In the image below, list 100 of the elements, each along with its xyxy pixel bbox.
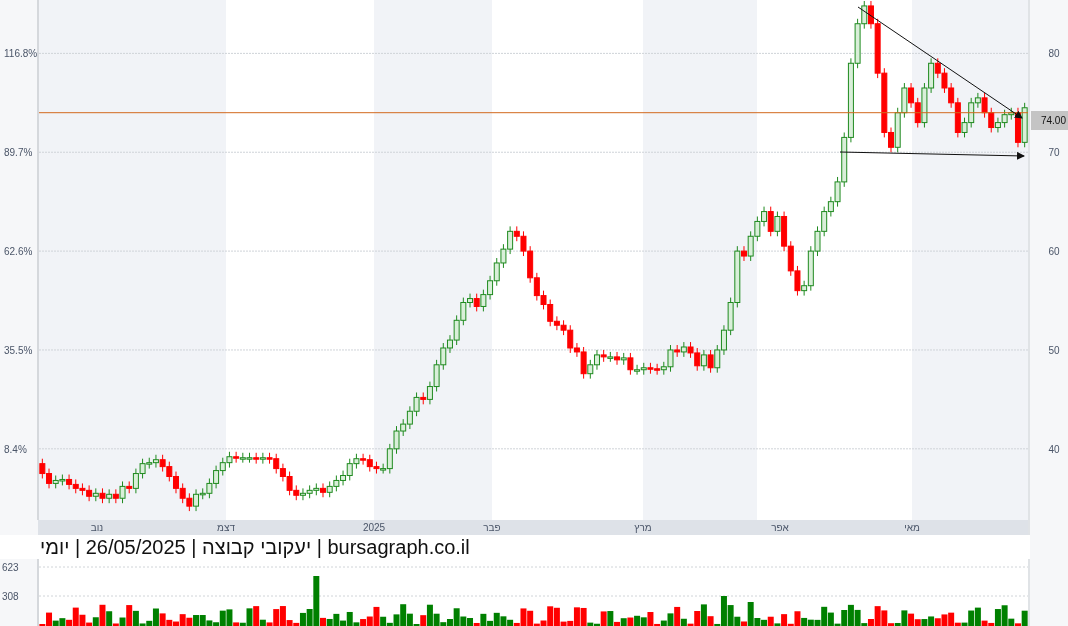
axis-label: 2025 [362, 522, 386, 533]
axis-label: 50 [1048, 344, 1060, 356]
candlestick [533, 272, 540, 302]
candlestick [553, 315, 560, 331]
candlestick [834, 176, 841, 208]
candlestick [941, 67, 948, 94]
candlestick [761, 206, 768, 227]
candlestick [593, 349, 600, 371]
candlestick [286, 471, 293, 496]
candlestick [413, 391, 420, 417]
candlestick [801, 280, 808, 297]
candlestick [580, 346, 587, 380]
candlestick [888, 127, 895, 153]
candlestick [988, 107, 995, 133]
candlestick [273, 453, 280, 475]
candlestick [700, 349, 707, 372]
candlestick [794, 265, 801, 297]
candlestick [66, 474, 73, 490]
axis-label: 35.5% [4, 344, 33, 356]
candlestick [467, 293, 474, 308]
candlestick [46, 468, 53, 489]
axis-label: נוב [90, 522, 104, 533]
candlestick [567, 324, 574, 354]
candlestick [172, 471, 179, 494]
candlestick [119, 480, 126, 504]
candlestick [547, 299, 554, 327]
candlestick [259, 452, 266, 465]
candlestick [507, 225, 514, 255]
candlestick [948, 82, 955, 109]
chart-caption: bursagraph.co.il | יעקובי קבוצה | 26/05/2025 | יומי [40, 536, 470, 558]
candlestick [827, 196, 834, 217]
candlestick [493, 257, 500, 287]
axis-label: 62.6% [4, 246, 33, 258]
axis-label: 80 [1048, 48, 1060, 60]
candlestick [573, 342, 580, 358]
candlestick [193, 488, 200, 512]
candlestick [667, 344, 674, 373]
candlestick [720, 324, 727, 356]
axis-label: פבר [483, 522, 501, 533]
axis-label: אפר [771, 522, 789, 533]
candlestick [934, 57, 941, 79]
candlestick [299, 487, 306, 501]
candlestick [981, 92, 988, 119]
candlestick [233, 451, 240, 464]
candlestick [694, 347, 701, 372]
candlestick [540, 290, 547, 310]
candlestick [814, 225, 821, 257]
candlestick [994, 117, 1001, 133]
candlestick [480, 289, 487, 312]
axis-label: 623 [2, 562, 19, 573]
axis-label: 40 [1048, 443, 1060, 455]
candlestick [152, 454, 159, 469]
candlestick [520, 230, 527, 257]
axis-label: 8.4% [4, 443, 27, 455]
axis-label: 308 [2, 591, 19, 602]
candlestick [406, 405, 413, 430]
candlestick [433, 359, 440, 392]
candlestick [774, 211, 781, 237]
candlestick [714, 344, 721, 374]
axis-label: מרץ [634, 522, 652, 533]
candlestick [634, 364, 641, 376]
candlestick [627, 352, 634, 376]
candlestick [767, 206, 774, 237]
candlestick [614, 351, 621, 366]
axis-label: מאי [904, 522, 920, 533]
candlestick [39, 458, 46, 479]
axis-label: 116.8% [4, 48, 38, 60]
axis-label: 89.7% [4, 147, 33, 159]
candlestick [460, 297, 467, 326]
candlestick [974, 92, 981, 109]
candlestick [821, 206, 828, 237]
candlestick [132, 468, 139, 494]
candlestick [961, 117, 968, 138]
candlestick [179, 482, 186, 504]
candlestick [360, 453, 367, 466]
candlestick [320, 482, 326, 498]
candlestick [861, 0, 868, 30]
candlestick [213, 465, 220, 489]
candlestick [86, 484, 93, 502]
candlestick [453, 314, 460, 346]
candlestick [707, 349, 714, 374]
candlestick [380, 463, 387, 475]
candlestick [166, 461, 173, 482]
candlestick [747, 230, 754, 262]
candlestick [680, 341, 687, 358]
candlestick [340, 470, 347, 486]
candlestick [654, 363, 661, 376]
axis-label: 70 [1048, 147, 1060, 159]
candlestick [500, 243, 507, 269]
axis-label: דצמ [217, 522, 235, 533]
candlestick [914, 97, 921, 129]
candlestick [206, 477, 213, 499]
candlestick [440, 342, 447, 371]
candlestick [487, 275, 494, 301]
candlestick [587, 359, 594, 380]
candlestick [139, 458, 146, 479]
candlestick [393, 425, 400, 455]
candlestick [346, 458, 353, 481]
candlestick [908, 82, 915, 109]
axis-label: 60 [1048, 246, 1060, 258]
